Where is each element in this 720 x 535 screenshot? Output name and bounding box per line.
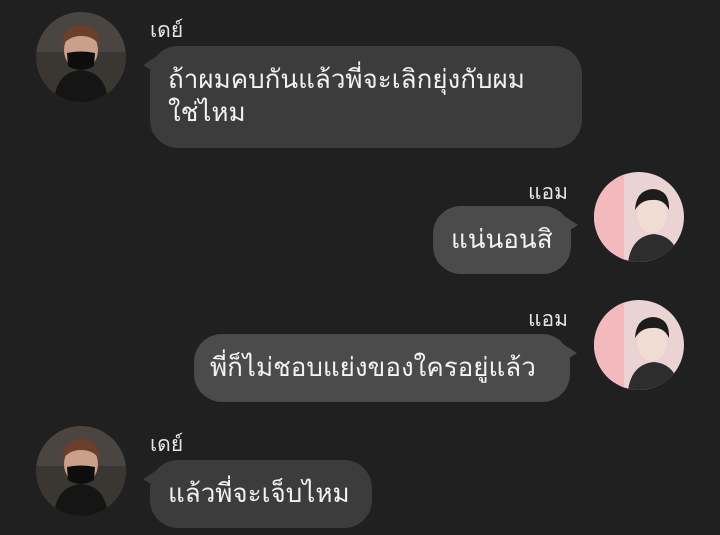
bubble-tail bbox=[563, 344, 577, 362]
sender-name: แอม bbox=[528, 180, 568, 204]
masked-boy-avatar-icon[interactable] bbox=[36, 426, 126, 516]
bubble-tail bbox=[564, 216, 578, 234]
pink-portrait-avatar-icon[interactable] bbox=[594, 172, 684, 262]
bubble-tail bbox=[143, 56, 157, 74]
message-bubble[interactable]: ถ้าผมคบกันแล้วพี่จะเลิกยุ่งกับผม ใช่ไหม bbox=[143, 46, 582, 148]
message-text: ใช่ไหม bbox=[168, 98, 246, 128]
sender-name: แอม bbox=[528, 307, 568, 331]
message-bubble[interactable]: พี่ก็ไม่ชอบแย่งของใครอยู่แล้ว bbox=[194, 334, 577, 402]
message-text: พี่ก็ไม่ชอบแย่งของใครอยู่แล้ว bbox=[210, 353, 536, 383]
message-text: แล้วพี่จะเจ็บไหม bbox=[168, 479, 350, 509]
pink-portrait-avatar-icon[interactable] bbox=[594, 300, 684, 390]
masked-boy-avatar-icon[interactable] bbox=[36, 12, 126, 102]
sender-name: เดย์ bbox=[150, 432, 184, 456]
sender-name: เดย์ bbox=[150, 18, 184, 42]
bubble-tail bbox=[143, 470, 157, 488]
message-text: ถ้าผมคบกันแล้วพี่จะเลิกยุ่งกับผม bbox=[168, 65, 525, 95]
message-text: แน่นอนสิ bbox=[451, 225, 553, 255]
message-bubble[interactable]: แล้วพี่จะเจ็บไหม bbox=[143, 460, 372, 528]
message-bubble[interactable]: แน่นอนสิ bbox=[433, 206, 578, 274]
chat-thread: เดย์ ถ้าผมคบกันแล้วพี่จะเลิกยุ่งกับผม ใช… bbox=[0, 0, 720, 535]
